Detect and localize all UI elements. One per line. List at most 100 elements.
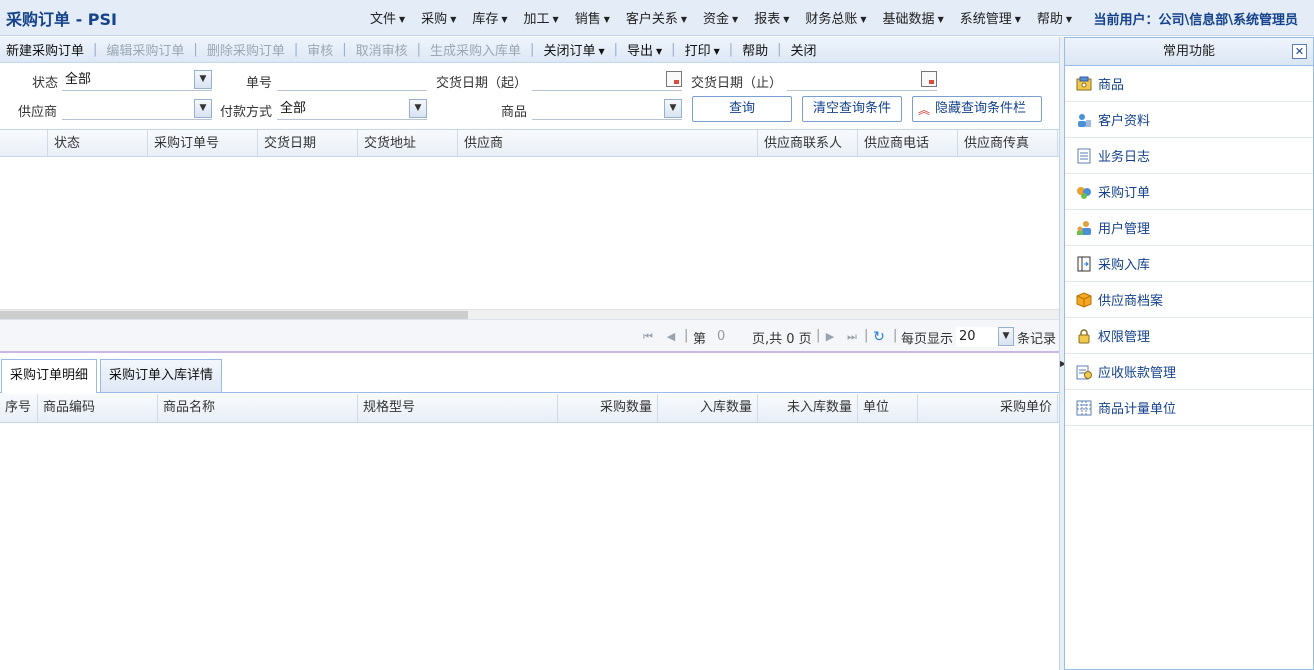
main-area: 新建采购订单 | 编辑采购订单 | 删除采购订单 | 审核 | 取消审核 | 生… <box>0 37 1059 670</box>
menu-sales[interactable]: 销售 ▼ <box>567 8 618 27</box>
goods-select[interactable]: ▼ <box>532 98 682 120</box>
delete-order-button[interactable]: 删除采购订单 <box>205 40 287 59</box>
collapse-up-icon: ︽ <box>918 103 931 117</box>
column-header[interactable]: 供应商传真 <box>958 130 1058 157</box>
menu-purchase[interactable]: 采购 ▼ <box>413 8 464 27</box>
ref-label: 单号 <box>246 76 273 91</box>
ref-input[interactable] <box>277 69 427 91</box>
menu-basic-data[interactable]: 基础数据 ▼ <box>875 8 952 27</box>
quick-item-business-log[interactable]: 业务日志 <box>1065 138 1313 174</box>
menu-processing[interactable]: 加工 ▼ <box>516 8 567 27</box>
export-label: 导出 <box>627 44 654 59</box>
quick-item-customers[interactable]: 客户资料 <box>1065 102 1313 138</box>
deal-date-to-input[interactable] <box>787 69 937 91</box>
print-menu-button[interactable]: 打印 ▼ <box>683 40 722 59</box>
calendar-icon[interactable] <box>921 71 937 87</box>
inbound-icon <box>1075 255 1092 272</box>
column-header[interactable]: 采购数量 <box>558 394 658 422</box>
supplier-label: 供应商 <box>18 105 58 120</box>
chevron-down-icon[interactable]: ▼ <box>664 99 682 118</box>
audit-button[interactable]: 审核 <box>305 40 335 59</box>
chevron-down-icon[interactable]: ▼ <box>409 99 427 118</box>
calendar-icon[interactable] <box>666 71 682 87</box>
menu-ledger[interactable]: 财务总账 ▼ <box>797 8 874 27</box>
tab-inbound-detail[interactable]: 采购订单入库详情 <box>100 359 223 392</box>
column-header[interactable]: 交货地址 <box>358 130 458 157</box>
pager-separator: | <box>893 328 898 343</box>
menu-reports[interactable]: 报表 ▼ <box>746 8 797 27</box>
refresh-icon[interactable]: ↻ <box>873 330 885 344</box>
column-header[interactable]: 未入库数量 <box>758 394 858 422</box>
tab-order-detail[interactable]: 采购订单明细 <box>1 359 98 393</box>
supplier-select[interactable]: ▼ <box>62 98 212 120</box>
chevron-down-icon[interactable]: ▼ <box>194 70 212 89</box>
quick-item-receivables[interactable]: 应收账款管理 <box>1065 354 1313 390</box>
cancel-audit-button[interactable]: 取消审核 <box>354 40 410 59</box>
quick-item-units[interactable]: 商品计量单位 <box>1065 390 1313 426</box>
close-button[interactable]: 关闭 <box>789 40 819 59</box>
scrollbar-thumb[interactable] <box>0 311 468 319</box>
menu-inventory[interactable]: 库存 ▼ <box>464 8 515 27</box>
menu-funds[interactable]: 资金 ▼ <box>695 8 746 27</box>
export-menu-button[interactable]: 导出 ▼ <box>625 40 664 59</box>
help-button[interactable]: 帮助 <box>740 40 770 59</box>
generate-inbound-button[interactable]: 生成采购入库单 <box>428 40 523 59</box>
column-header[interactable]: 商品编码 <box>38 394 158 422</box>
payment-select[interactable]: 全部 ▼ <box>277 98 427 120</box>
pager: ⏮ ◀ | 第 0 页,共 0 页 | ▶ ⏭ | ↻ | 每页显示 20 ▼ … <box>0 319 1059 353</box>
hide-query-label: 隐藏查询条件栏 <box>935 101 1027 116</box>
column-header[interactable]: 状态 <box>48 130 148 157</box>
column-header[interactable]: 交货日期 <box>258 130 358 157</box>
new-order-button[interactable]: 新建采购订单 <box>4 40 86 59</box>
chevron-down-icon[interactable]: ▼ <box>998 327 1014 346</box>
current-user: 当前用户：公司\信息部\系统管理员 <box>1093 13 1299 28</box>
menu-label: 财务总账 <box>805 11 858 27</box>
quick-item-goods[interactable]: 商品 <box>1065 66 1313 102</box>
quick-item-purchase-inbound[interactable]: 采购入库 <box>1065 246 1313 282</box>
hide-query-button[interactable]: ︽ 隐藏查询条件栏 <box>912 96 1042 122</box>
column-header[interactable]: 单位 <box>858 394 918 422</box>
next-page-icon[interactable]: ▶ <box>824 330 836 344</box>
menu-system[interactable]: 系统管理 ▼ <box>952 8 1029 27</box>
column-header[interactable]: 规格型号 <box>358 394 558 422</box>
column-header[interactable]: 供应商联系人 <box>758 130 858 157</box>
quick-item-user-management[interactable]: 用户管理 <box>1065 210 1313 246</box>
menu-label: 资金 <box>703 11 730 27</box>
column-header[interactable]: 商品名称 <box>158 394 358 422</box>
column-header[interactable]: 采购单价 <box>918 394 1058 422</box>
horizontal-scrollbar[interactable] <box>0 309 1059 319</box>
query-button[interactable]: 查询 <box>692 96 792 122</box>
close-order-menu-button[interactable]: 关闭订单 ▼ <box>541 40 606 59</box>
first-page-icon[interactable]: ⏮ <box>642 330 654 344</box>
records-label: 条记录 <box>1017 332 1057 347</box>
deal-date-from-input[interactable] <box>532 69 682 91</box>
column-header[interactable]: 供应商电话 <box>858 130 958 157</box>
quick-item-permissions[interactable]: 权限管理 <box>1065 318 1313 354</box>
quick-item-supplier-files[interactable]: 供应商档案 <box>1065 282 1313 318</box>
clear-query-button[interactable]: 清空查询条件 <box>802 96 902 122</box>
column-header[interactable]: 序号 <box>0 394 38 422</box>
quick-functions-title: 常用功能 <box>1162 44 1215 59</box>
column-header[interactable]: 入库数量 <box>658 394 758 422</box>
page-size-select[interactable]: 20 ▼ <box>956 327 1014 347</box>
caret-down-icon: ▼ <box>598 47 605 56</box>
prev-page-icon[interactable]: ◀ <box>665 330 677 344</box>
page-number-input[interactable]: 0 <box>711 327 745 347</box>
edit-order-button[interactable]: 编辑采购订单 <box>104 40 186 59</box>
last-page-icon[interactable]: ⏭ <box>846 330 858 344</box>
column-header[interactable]: 采购订单号 <box>148 130 258 157</box>
menu-help[interactable]: 帮助 ▼ <box>1029 8 1080 27</box>
menu-crm[interactable]: 客户关系 ▼ <box>618 8 695 27</box>
caret-down-icon: ▼ <box>399 14 406 24</box>
toolbar-separator: | <box>613 42 618 57</box>
menu-label: 库存 <box>472 11 499 27</box>
quick-item-purchase-order[interactable]: 采购订单 <box>1065 174 1313 210</box>
column-header[interactable]: 供应商 <box>458 130 758 157</box>
chevron-down-icon[interactable]: ▼ <box>194 99 212 118</box>
menu-file[interactable]: 文件 ▼ <box>362 8 413 27</box>
close-icon[interactable]: ✕ <box>1292 44 1307 59</box>
print-label: 打印 <box>684 44 711 59</box>
caret-down-icon: ▼ <box>552 14 559 24</box>
status-select[interactable]: 全部 ▼ <box>62 69 212 91</box>
menu-label: 报表 <box>754 11 781 27</box>
